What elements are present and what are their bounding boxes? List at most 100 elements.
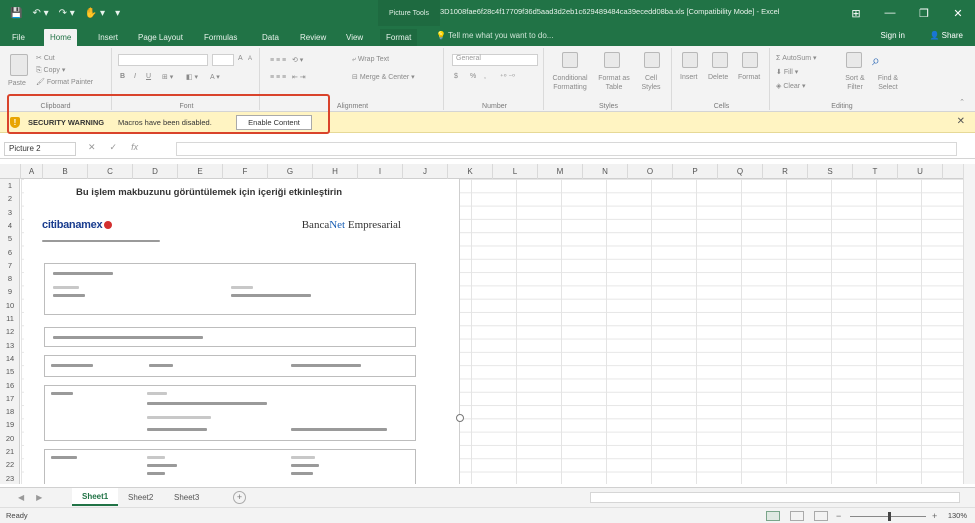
tab-review[interactable]: Review <box>294 29 332 46</box>
row-header[interactable]: 11 <box>0 314 20 323</box>
fill-color-icon[interactable]: ◧ ▾ <box>186 73 198 81</box>
row-header[interactable]: 6 <box>0 248 20 257</box>
conditional-formatting-icon[interactable] <box>562 52 578 68</box>
percent-button[interactable]: % <box>470 73 476 80</box>
zoom-out-button[interactable]: − <box>836 511 841 521</box>
tab-home[interactable]: Home <box>44 29 78 46</box>
row-header[interactable]: 10 <box>0 301 20 310</box>
column-header[interactable]: S <box>808 164 853 179</box>
row-header[interactable]: 22 <box>0 460 20 469</box>
italic-button[interactable]: I <box>134 73 136 80</box>
add-sheet-button[interactable]: + <box>233 491 246 504</box>
delete-cells-label[interactable]: Delete <box>708 74 728 81</box>
row-header[interactable]: 18 <box>0 407 20 416</box>
row-header[interactable]: 2 <box>0 194 20 203</box>
vertical-scrollbar[interactable] <box>963 164 975 484</box>
page-layout-view-button[interactable] <box>790 511 804 521</box>
format-cells-icon[interactable] <box>742 52 758 68</box>
column-header[interactable]: A <box>21 164 43 179</box>
enter-icon[interactable]: ✓ <box>110 142 118 153</box>
sheet-tab-sheet3[interactable]: Sheet3 <box>164 488 209 506</box>
restore-button[interactable]: ❐ <box>907 0 941 26</box>
ribbon-display-icon[interactable]: ⊞ <box>839 0 873 26</box>
row-header[interactable]: 20 <box>0 434 20 443</box>
delete-cells-icon[interactable] <box>712 52 728 68</box>
row-header[interactable]: 5 <box>0 234 20 243</box>
insert-cells-label[interactable]: Insert <box>680 74 698 81</box>
find-select-label[interactable]: Find & Select <box>870 74 906 92</box>
zoom-slider-thumb[interactable] <box>888 512 891 521</box>
touch-mode-icon[interactable]: ✋ ▾ <box>85 8 105 19</box>
column-header[interactable]: N <box>583 164 628 179</box>
format-cells-label[interactable]: Format <box>738 74 760 81</box>
column-header[interactable]: H <box>313 164 358 179</box>
column-header[interactable]: P <box>673 164 718 179</box>
row-header[interactable]: 13 <box>0 341 20 350</box>
sort-filter-label[interactable]: Sort & Filter <box>838 74 872 92</box>
font-color-icon[interactable]: A ▾ <box>210 73 220 81</box>
column-header[interactable]: Q <box>718 164 763 179</box>
column-header[interactable]: E <box>178 164 223 179</box>
row-header[interactable]: 4 <box>0 221 20 230</box>
column-header[interactable]: J <box>403 164 448 179</box>
underline-button[interactable]: U <box>146 73 151 80</box>
cancel-icon[interactable]: ✕ <box>88 142 96 153</box>
select-all-corner[interactable] <box>0 164 21 179</box>
next-sheet-icon[interactable]: ▶ <box>36 493 42 502</box>
column-header[interactable]: I <box>358 164 403 179</box>
merge-center-button[interactable]: ⊟ Merge & Center ▾ <box>352 73 415 81</box>
row-header[interactable]: 8 <box>0 274 20 283</box>
normal-view-button[interactable] <box>766 511 780 521</box>
column-header[interactable]: R <box>763 164 808 179</box>
column-header[interactable]: U <box>898 164 943 179</box>
number-format-box[interactable]: General <box>452 54 538 66</box>
column-header[interactable]: F <box>223 164 268 179</box>
prev-sheet-icon[interactable]: ◀ <box>18 493 24 502</box>
row-header[interactable]: 9 <box>0 287 20 296</box>
tab-file[interactable]: File <box>6 29 31 46</box>
page-break-view-button[interactable] <box>814 511 828 521</box>
sheet-nav-arrows[interactable]: ◀ ▶ <box>18 493 42 502</box>
horizontal-scrollbar[interactable] <box>590 492 960 503</box>
column-header[interactable]: G <box>268 164 313 179</box>
conditional-formatting-label[interactable]: Conditional Formatting <box>548 74 592 92</box>
format-painter-button[interactable]: 🖌 Format Painter <box>36 78 93 86</box>
shrink-font-button[interactable]: A <box>248 56 252 62</box>
collapse-ribbon-icon[interactable]: ⌃ <box>959 98 965 106</box>
paste-label[interactable]: Paste <box>8 80 26 87</box>
fill-button[interactable]: ⬇ Fill ▾ <box>776 68 798 76</box>
row-header[interactable]: 3 <box>0 208 20 217</box>
row-header[interactable]: 7 <box>0 261 20 270</box>
zoom-in-button[interactable]: + <box>932 511 937 521</box>
name-box[interactable]: Picture 2 <box>4 142 76 156</box>
tab-insert[interactable]: Insert <box>92 29 124 46</box>
find-select-icon[interactable]: ⌕ <box>872 52 880 69</box>
tab-page-layout[interactable]: Page Layout <box>132 29 189 46</box>
column-header[interactable]: D <box>133 164 178 179</box>
column-header[interactable]: K <box>448 164 493 179</box>
tab-format[interactable]: Format <box>380 29 418 46</box>
cell-styles-icon[interactable] <box>644 52 660 68</box>
column-header[interactable]: T <box>853 164 898 179</box>
close-button[interactable]: ✕ <box>941 0 975 26</box>
autosum-button[interactable]: Σ AutoSum ▾ <box>776 54 817 62</box>
fx-icon[interactable]: fx <box>131 142 138 153</box>
share-button[interactable]: 👤 Share <box>929 31 963 40</box>
currency-button[interactable]: $ <box>454 73 458 80</box>
redo-icon[interactable]: ↷ ▾ <box>59 8 75 19</box>
sheet-tab-sheet2[interactable]: Sheet2 <box>118 488 163 506</box>
insert-cells-icon[interactable] <box>682 52 698 68</box>
sign-in-link[interactable]: Sign in <box>881 31 905 40</box>
row-header[interactable]: 1 <box>0 181 20 190</box>
tab-data[interactable]: Data <box>256 29 285 46</box>
grow-font-button[interactable]: A <box>238 55 243 62</box>
minimize-button[interactable]: — <box>873 0 907 26</box>
zoom-level[interactable]: 130% <box>948 511 967 520</box>
bold-button[interactable]: B <box>120 73 125 80</box>
tab-formulas[interactable]: Formulas <box>198 29 243 46</box>
save-icon[interactable]: 💾 <box>10 8 22 19</box>
embedded-picture[interactable]: Bu işlem makbuzunu görüntülemek için içe… <box>24 179 460 484</box>
tab-view[interactable]: View <box>340 29 369 46</box>
row-header[interactable]: 16 <box>0 381 20 390</box>
align-top-icons[interactable]: ≡ ≡ ≡ ⟲ ▾ <box>270 56 303 64</box>
